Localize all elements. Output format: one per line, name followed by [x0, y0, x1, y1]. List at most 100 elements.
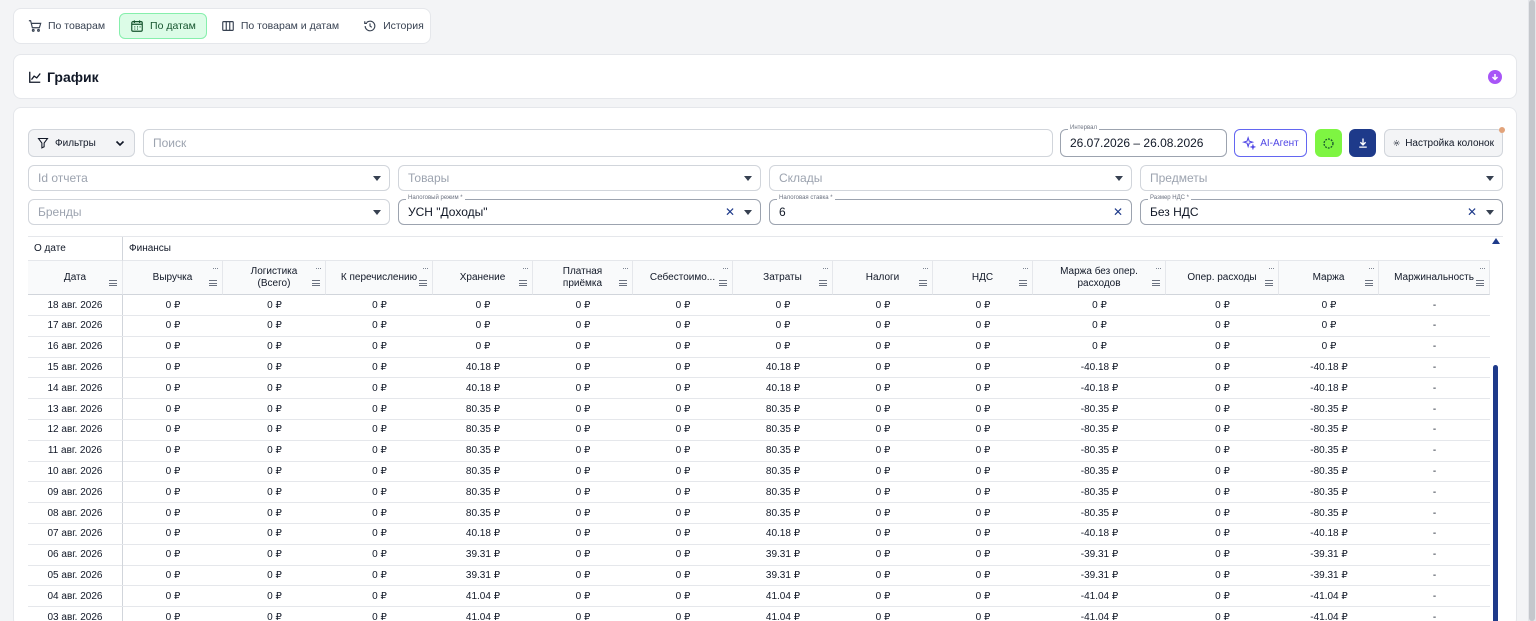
table-row[interactable]: 06 авг. 2026 0 ₽ 0 ₽ 0 ₽ 39.31 ₽ 0 ₽ 0 ₽ 39.31 …: [28, 544, 1490, 566]
vat-select[interactable]: Размер НДС * Без НДС ✕: [1140, 194, 1503, 225]
column-header-payout[interactable]: К перечислению ···: [326, 261, 433, 295]
column-menu-icon[interactable]: [619, 280, 627, 286]
column-header-storage[interactable]: Хранение ···: [433, 261, 533, 295]
interval-picker[interactable]: Интервал 26.07.2026 – 26.08.2026: [1060, 124, 1227, 157]
history-icon: [364, 20, 376, 32]
column-header-margin-before-opex[interactable]: Маржа без опер. расходов ···: [1033, 261, 1166, 295]
tab-by-products[interactable]: По товарам: [18, 13, 115, 39]
table-row[interactable]: 05 авг. 2026 0 ₽ 0 ₽ 0 ₽ 39.31 ₽ 0 ₽ 0 ₽ 39.31 …: [28, 565, 1490, 587]
search-input[interactable]: Поиск: [143, 129, 1053, 157]
column-header-margin[interactable]: Маржа ···: [1279, 261, 1379, 295]
group-header-finance: Финансы: [123, 237, 1490, 261]
table-row[interactable]: 12 авг. 2026 0 ₽ 0 ₽ 0 ₽ 80.35 ₽ 0 ₽ 0 ₽ 80.35 …: [28, 419, 1490, 441]
table-row[interactable]: 03 авг. 2026 0 ₽ 0 ₽ 0 ₽ 41.04 ₽ 0 ₽ 0 ₽ 41.04 …: [28, 607, 1490, 621]
column-menu-icon[interactable]: [819, 280, 827, 286]
column-header-date[interactable]: Дата: [28, 261, 123, 295]
ai-agent-button[interactable]: AI-Агент: [1234, 129, 1307, 157]
cell-cost: 0 ₽: [675, 486, 691, 498]
column-menu-icon[interactable]: [1019, 280, 1027, 286]
scroll-up-arrow-icon[interactable]: [1492, 238, 1500, 244]
column-options-icon[interactable]: ···: [922, 262, 929, 274]
tab-by-products-and-dates[interactable]: По товарам и датам: [211, 13, 349, 39]
column-menu-icon[interactable]: [919, 280, 927, 286]
column-menu-icon[interactable]: [209, 280, 217, 286]
column-options-icon[interactable]: ···: [422, 262, 429, 274]
column-menu-icon[interactable]: [109, 280, 117, 286]
clear-icon[interactable]: ✕: [725, 205, 735, 219]
tab-by-dates[interactable]: По датам: [119, 13, 207, 39]
table-row[interactable]: 09 авг. 2026 0 ₽ 0 ₽ 0 ₽ 80.35 ₽ 0 ₽ 0 ₽ 80.35 …: [28, 482, 1490, 504]
ai-agent-label: AI-Агент: [1260, 137, 1299, 149]
table-row[interactable]: 15 авг. 2026 0 ₽ 0 ₽ 0 ₽ 40.18 ₽ 0 ₽ 0 ₽ 40.18 …: [28, 357, 1490, 379]
column-header-taxes[interactable]: Налоги ···: [833, 261, 933, 295]
column-header-cost[interactable]: Себестоимо... ···: [633, 261, 733, 295]
column-menu-icon[interactable]: [1365, 280, 1373, 286]
column-settings-button[interactable]: Настройка колонок: [1384, 127, 1505, 157]
column-options-icon[interactable]: ···: [1022, 262, 1029, 274]
subjects-select[interactable]: Предметы: [1140, 165, 1503, 191]
column-header-opex[interactable]: Опер. расходы ···: [1166, 261, 1279, 295]
column-options-icon[interactable]: ···: [822, 262, 829, 274]
table-scrollbar[interactable]: [1493, 365, 1498, 621]
tax-rate-input[interactable]: Налоговая ставка * 6 ✕: [769, 194, 1132, 225]
cell-expenses: 39.31 ₽: [765, 549, 801, 561]
column-options-icon[interactable]: ···: [722, 262, 729, 274]
products-select[interactable]: Товары: [398, 165, 761, 191]
column-header-paid-acceptance[interactable]: Платная приёмка ···: [533, 261, 633, 295]
cell-logistics: 0 ₽: [267, 486, 282, 498]
column-options-icon[interactable]: ···: [522, 262, 529, 274]
column-options-icon[interactable]: ···: [1479, 262, 1486, 274]
warehouses-select[interactable]: Склады: [769, 165, 1132, 191]
table-row[interactable]: 08 авг. 2026 0 ₽ 0 ₽ 0 ₽ 80.35 ₽ 0 ₽ 0 ₽ 80.35 …: [28, 503, 1490, 524]
download-button[interactable]: [1349, 129, 1376, 157]
column-options-icon[interactable]: ···: [1155, 262, 1162, 274]
clear-icon[interactable]: ✕: [1113, 205, 1123, 219]
cell-payout: 0 ₽: [372, 590, 387, 602]
column-header-logistics[interactable]: Логистика (Всего) ···: [223, 261, 326, 295]
tab-label: По датам: [150, 20, 196, 32]
column-header-margin-percent[interactable]: Маржинальность ···: [1379, 261, 1490, 295]
clear-icon[interactable]: ✕: [1467, 205, 1477, 219]
table-row[interactable]: 13 авг. 2026 0 ₽ 0 ₽ 0 ₽ 80.35 ₽ 0 ₽ 0 ₽ 80.35 …: [28, 399, 1490, 420]
page-scrollbar-thumb[interactable]: [1529, 0, 1535, 621]
expand-chart-button[interactable]: [1488, 70, 1502, 84]
column-options-icon[interactable]: ···: [212, 262, 219, 274]
filters-button[interactable]: Фильтры: [28, 129, 135, 157]
column-options-icon[interactable]: ···: [1368, 262, 1375, 274]
column-menu-icon[interactable]: [719, 280, 727, 286]
tab-history[interactable]: История: [353, 13, 434, 39]
table-row[interactable]: 07 авг. 2026 0 ₽ 0 ₽ 0 ₽ 40.18 ₽ 0 ₽ 0 ₽ 40.18 …: [28, 523, 1490, 545]
column-menu-icon[interactable]: [312, 280, 320, 286]
refresh-button[interactable]: [1315, 129, 1342, 157]
chart-panel[interactable]: График: [13, 54, 1517, 99]
column-menu-icon[interactable]: [1265, 280, 1273, 286]
column-header-vat[interactable]: НДС ···: [933, 261, 1033, 295]
report-id-select[interactable]: Id отчета: [28, 165, 390, 191]
table-row[interactable]: 17 авг. 2026 0 ₽ 0 ₽ 0 ₽ 0 ₽ 0 ₽ 0 ₽ 0 ₽ 0 ₽ 0 ₽ 0…: [28, 315, 1490, 337]
cell-date: 13 авг. 2026: [28, 399, 123, 419]
table-row[interactable]: 11 авг. 2026 0 ₽ 0 ₽ 0 ₽ 80.35 ₽ 0 ₽ 0 ₽ 80.35 …: [28, 440, 1490, 462]
tax-mode-select[interactable]: Налоговый режим * УСН "Доходы" ✕: [398, 194, 761, 225]
column-options-icon[interactable]: ···: [1268, 262, 1275, 274]
brands-select[interactable]: Бренды: [28, 199, 390, 225]
warehouses-placeholder: Склады: [779, 171, 823, 185]
column-menu-icon[interactable]: [519, 280, 527, 286]
cell-margin-percent: -: [1432, 403, 1437, 415]
table-row[interactable]: 16 авг. 2026 0 ₽ 0 ₽ 0 ₽ 0 ₽ 0 ₽ 0 ₽ 0 ₽ 0 ₽ 0 ₽ 0…: [28, 336, 1490, 358]
column-header-expenses[interactable]: Затраты ···: [733, 261, 833, 295]
page-scrollbar[interactable]: [1528, 0, 1536, 621]
column-menu-icon[interactable]: [1476, 280, 1484, 286]
column-header-revenue[interactable]: Выручка ···: [123, 261, 223, 295]
table-row[interactable]: 04 авг. 2026 0 ₽ 0 ₽ 0 ₽ 41.04 ₽ 0 ₽ 0 ₽ 41.04 …: [28, 586, 1490, 608]
tab-label: По товарам и датам: [240, 20, 340, 32]
table-row[interactable]: 10 авг. 2026 0 ₽ 0 ₽ 0 ₽ 80.35 ₽ 0 ₽ 0 ₽ 80.35 …: [28, 461, 1490, 483]
table-row[interactable]: 18 авг. 2026 0 ₽ 0 ₽ 0 ₽ 0 ₽ 0 ₽ 0 ₽ 0 ₽ 0 ₽ 0 ₽ 0…: [28, 295, 1490, 316]
table-row[interactable]: 14 авг. 2026 0 ₽ 0 ₽ 0 ₽ 40.18 ₽ 0 ₽ 0 ₽ 40.18 …: [28, 378, 1490, 400]
column-menu-icon[interactable]: [1152, 280, 1160, 286]
column-options-icon[interactable]: ···: [315, 262, 322, 274]
column-menu-icon[interactable]: [419, 280, 427, 286]
column-options-icon[interactable]: ···: [622, 262, 629, 274]
cell-margin-before-opex: 0 ₽: [1092, 299, 1107, 311]
column-header-label: Маржинальность: [1394, 271, 1474, 283]
cell-payout: 0 ₽: [372, 424, 387, 436]
